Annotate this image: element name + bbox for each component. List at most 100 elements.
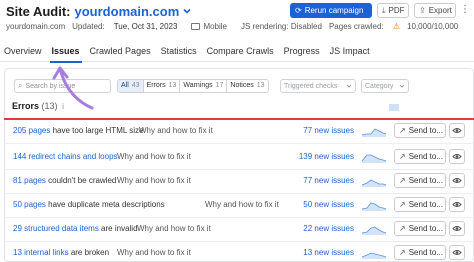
eye-icon[interactable] <box>449 173 465 188</box>
chevron-down-icon[interactable] <box>182 6 192 16</box>
why-and-how-link[interactable]: Why and how to fix it <box>139 126 213 135</box>
issue-count-link[interactable]: 81 pages <box>13 176 46 185</box>
issue-row: 29 structured data items are invalid Why … <box>4 218 474 242</box>
search-icon: ⌕ <box>18 81 23 90</box>
issue-count-link[interactable]: 13 internal links <box>13 248 69 257</box>
export-label: Export <box>428 6 452 15</box>
pdf-label: PDF <box>388 6 405 15</box>
eye-glyph <box>452 128 462 133</box>
issue-description: 13 internal links are broken <box>13 248 109 257</box>
triggered-checks-placeholder: Triggered checks <box>284 82 338 90</box>
filter-notices[interactable]: Notices 13 <box>227 80 268 92</box>
why-and-how-link[interactable]: Why and how to fix it <box>205 200 279 209</box>
trend-sparkline <box>361 252 387 259</box>
new-issues-link[interactable]: 139 new issues <box>282 152 354 161</box>
issue-description: 205 pages have too large HTML size <box>13 126 143 135</box>
issue-count-link[interactable]: 144 redirect chains and loops <box>13 152 118 161</box>
issue-count-link[interactable]: 29 structured data items <box>13 224 99 233</box>
send-to-button[interactable]: ↗ Send to... <box>394 173 446 188</box>
why-and-how-link[interactable]: Why and how to fix it <box>117 152 191 161</box>
title-row: Site Audit: yourdomain.com <box>6 3 192 19</box>
trend-sparkline <box>361 154 387 163</box>
eye-glyph <box>452 250 462 255</box>
updated-label: Updated: <box>72 22 105 31</box>
send-to-label: Send to... <box>408 248 443 257</box>
share-arrow-icon: ↗ <box>399 126 406 135</box>
eye-glyph <box>452 202 462 207</box>
chevron-down-icon <box>399 84 405 88</box>
send-to-button[interactable]: ↗ Send to... <box>394 197 446 212</box>
export-button[interactable]: ⇪ Export <box>414 3 456 18</box>
tab-js-impact[interactable]: JS Impact <box>326 42 374 62</box>
trend-sparkline <box>361 202 387 211</box>
send-to-label: Send to... <box>408 126 443 135</box>
issue-description: 81 pages couldn't be crawled <box>13 176 116 185</box>
page-title: Site Audit: <box>6 3 71 19</box>
tab-statistics[interactable]: Statistics <box>157 42 201 62</box>
tab-crawled-pages[interactable]: Crawled Pages <box>86 42 155 62</box>
updated-value: Tue, Oct 31, 2023 <box>113 22 178 31</box>
filter-all[interactable]: All 43 <box>118 80 144 92</box>
warning-icon: ⚠ <box>392 22 401 31</box>
audit-meta: yourdomain.com Updated: Tue, Oct 31, 202… <box>6 22 472 31</box>
severity-filter: All 43 Errors 13 Warnings 17 Notices 13 <box>117 79 269 93</box>
filter-errors[interactable]: Errors 13 <box>143 80 181 92</box>
share-arrow-icon: ↗ <box>399 176 406 185</box>
send-to-label: Send to... <box>408 200 443 209</box>
new-issues-link[interactable]: 22 new issues <box>282 224 354 233</box>
issue-row: 144 redirect chains and loops Why and how… <box>4 146 474 170</box>
tab-compare-crawls[interactable]: Compare Crawls <box>203 42 278 62</box>
issue-row: 13 internal links are broken Why and how … <box>4 242 474 262</box>
trend-column-icon <box>389 104 399 111</box>
filter-warnings[interactable]: Warnings 17 <box>180 80 228 92</box>
pdf-button[interactable]: ⤓ PDF <box>377 3 409 18</box>
header-bar: Site Audit: yourdomain.com yourdomain.co… <box>0 0 474 42</box>
eye-icon[interactable] <box>449 123 465 138</box>
category-dropdown[interactable]: Category <box>361 79 409 93</box>
new-issues-link[interactable]: 77 new issues <box>282 126 354 135</box>
issue-count-link[interactable]: 205 pages <box>13 126 50 135</box>
issue-description: 29 structured data items are invalid <box>13 224 138 233</box>
errors-count: (13) <box>41 101 58 111</box>
tab-overview[interactable]: Overview <box>0 42 46 62</box>
tab-bar: Overview Issues Crawled Pages Statistics… <box>0 42 474 63</box>
why-and-how-link[interactable]: Why and how to fix it <box>117 176 191 185</box>
eye-icon[interactable] <box>449 149 465 164</box>
rerun-campaign-button[interactable]: ⟳ Rerun campaign <box>290 3 372 18</box>
issue-text: are invalid <box>98 224 138 233</box>
eye-icon[interactable] <box>449 197 465 212</box>
more-options-icon[interactable]: ⋮ <box>460 3 474 18</box>
new-issues-link[interactable]: 77 new issues <box>282 176 354 185</box>
issue-row: 50 pages have duplicate meta description… <box>4 194 474 218</box>
why-and-how-link[interactable]: Why and how to fix it <box>117 248 191 257</box>
send-to-button[interactable]: ↗ Send to... <box>394 123 446 138</box>
eye-glyph <box>452 178 462 183</box>
info-icon[interactable]: i <box>62 102 64 111</box>
send-to-button[interactable]: ↗ Send to... <box>394 221 446 236</box>
eye-icon[interactable] <box>449 221 465 236</box>
trend-sparkline <box>361 226 387 235</box>
issue-description: 50 pages have duplicate meta description… <box>13 200 165 209</box>
trend-sparkline <box>361 128 387 137</box>
project-domain-selector[interactable]: yourdomain.com <box>75 4 180 19</box>
why-and-how-link[interactable]: Why and how to fix it <box>137 224 211 233</box>
send-to-label: Send to... <box>408 224 443 233</box>
new-issues-link[interactable]: 13 new issues <box>282 248 354 257</box>
search-input[interactable]: ⌕ Search by issue <box>14 79 111 93</box>
js-rendering-status: JS rendering: Disabled <box>241 22 322 31</box>
sub-domain: yourdomain.com <box>6 22 66 31</box>
device-type: Mobile <box>203 22 228 31</box>
tab-progress[interactable]: Progress <box>280 42 324 62</box>
errors-section-title: Errors (13) i <box>12 101 64 111</box>
eye-icon[interactable] <box>449 245 465 260</box>
new-issues-link[interactable]: 50 new issues <box>282 200 354 209</box>
eye-glyph <box>452 154 462 159</box>
send-to-button[interactable]: ↗ Send to... <box>394 149 446 164</box>
triggered-checks-dropdown[interactable]: Triggered checks <box>280 79 356 93</box>
search-placeholder: Search by issue <box>25 82 76 90</box>
tab-issues[interactable]: Issues <box>48 42 84 63</box>
refresh-icon: ⟳ <box>295 6 302 15</box>
send-to-label: Send to... <box>408 176 443 185</box>
issue-count-link[interactable]: 50 pages <box>13 200 46 209</box>
send-to-button[interactable]: ↗ Send to... <box>394 245 446 260</box>
